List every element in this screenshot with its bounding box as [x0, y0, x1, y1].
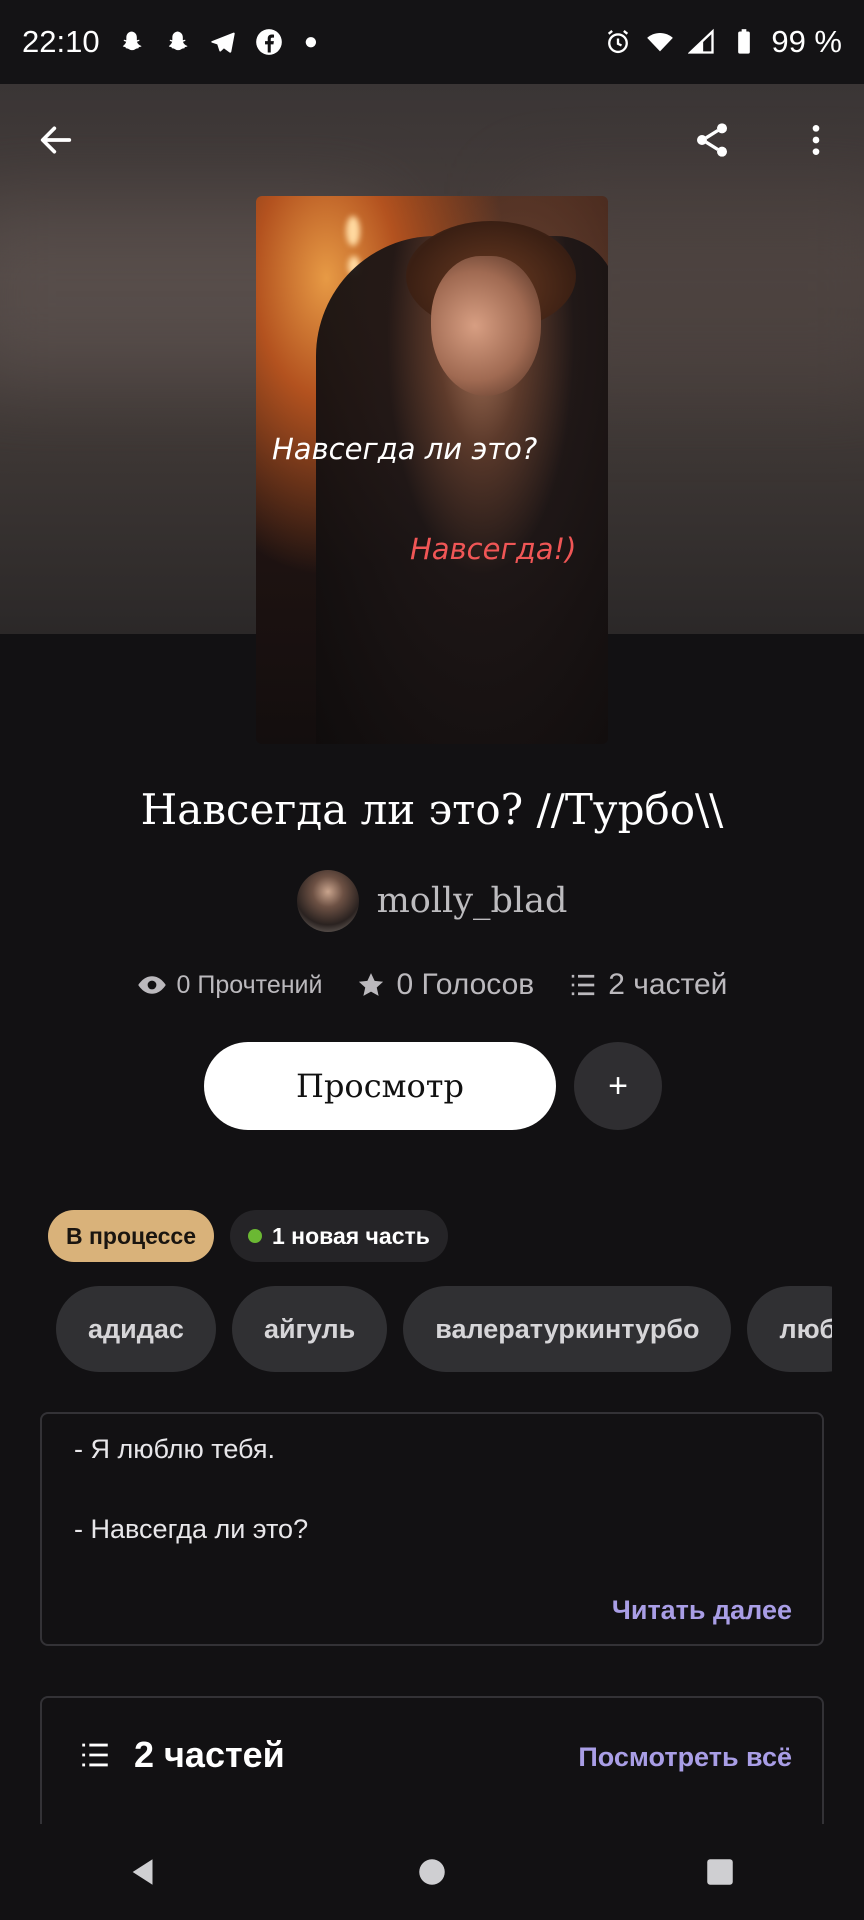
square-recents-icon	[707, 1859, 733, 1885]
telegram-icon	[208, 27, 238, 57]
snapchat-icon	[162, 27, 192, 57]
parts-section: 2 частей Посмотреть всё	[40, 1696, 824, 1826]
battery-percent: 99 %	[771, 24, 842, 59]
reads-count: 0 Прочтений	[176, 970, 323, 999]
nav-recents-button[interactable]	[680, 1832, 760, 1912]
author-row[interactable]: molly_blad	[0, 870, 864, 932]
snapchat-icon	[116, 27, 146, 57]
story-actions: Просмотр +	[204, 1042, 662, 1130]
cover-text-line2: Навсегда!)	[410, 532, 577, 566]
parts-title: 2 частей	[134, 1734, 285, 1775]
add-to-library-button[interactable]: +	[574, 1042, 662, 1130]
new-part-label: 1 новая часть	[272, 1222, 430, 1249]
wifi-icon	[645, 27, 675, 57]
share-icon	[697, 123, 727, 157]
tag-chip[interactable]: валературкинтурбо	[403, 1286, 732, 1372]
author-name[interactable]: molly_blad	[377, 881, 568, 921]
status-badge-label: В процессе	[66, 1222, 196, 1249]
author-avatar[interactable]	[296, 870, 359, 932]
facebook-icon	[254, 27, 284, 57]
new-indicator-dot	[248, 1229, 262, 1243]
nav-home-button[interactable]	[392, 1832, 472, 1912]
battery-icon	[729, 27, 759, 57]
story-cover[interactable]: Навсегда ли это? Навсегда!)	[256, 196, 608, 744]
share-button[interactable]	[684, 112, 740, 168]
story-description: - Я люблю тебя. - Навсегда ли это? Читат…	[40, 1412, 824, 1646]
parts-header: 2 частей	[78, 1734, 285, 1776]
story-stats: 0 Прочтений 0 Голосов 2 частей	[0, 968, 864, 1002]
description-line: - Я люблю тебя.	[74, 1434, 276, 1464]
list-icon	[82, 1743, 108, 1767]
more-options-button[interactable]	[788, 112, 844, 168]
system-navigation-bar	[0, 1824, 864, 1920]
list-icon	[572, 974, 595, 996]
arrow-left-icon	[40, 126, 72, 154]
status-time: 22:10	[22, 24, 100, 59]
signal-icon	[687, 27, 717, 57]
story-title: Навсегда ли это? //Турбо\\	[140, 785, 724, 834]
votes-count: 0 Голосов	[396, 968, 535, 1001]
tag-list[interactable]: адидас айгуль валературкинтурбо люб	[56, 1286, 832, 1372]
story-badges: В процессе 1 новая часть	[48, 1210, 448, 1262]
status-bar: 22:10 ● 99 %	[0, 0, 864, 84]
parts-count: 2 частей	[608, 968, 728, 1001]
tag-chip[interactable]: адидас	[56, 1286, 216, 1372]
reads-stat: 0 Прочтений	[137, 970, 323, 1000]
new-part-badge: 1 новая часть	[230, 1210, 448, 1262]
eye-icon	[137, 976, 166, 994]
read-more-link[interactable]: Читать далее	[612, 1595, 792, 1626]
see-all-parts-link[interactable]: Посмотреть всё	[578, 1742, 792, 1773]
more-vertical-icon	[812, 125, 820, 155]
star-icon	[359, 973, 384, 996]
tag-chip[interactable]: люб	[747, 1286, 832, 1372]
more-notifications-dot: ●	[303, 28, 319, 55]
cover-text-line1: Навсегда ли это?	[272, 432, 538, 466]
votes-stat: 0 Голосов	[356, 968, 534, 1002]
description-line: - Навсегда ли это?	[74, 1514, 309, 1544]
triangle-back-icon	[132, 1859, 153, 1885]
back-button[interactable]	[28, 112, 84, 168]
parts-stat: 2 частей	[568, 968, 727, 1002]
alarm-icon	[603, 27, 633, 57]
circle-home-icon	[419, 1859, 445, 1885]
tag-chip[interactable]: айгуль	[231, 1286, 388, 1372]
view-button[interactable]: Просмотр	[204, 1042, 556, 1130]
status-badge: В процессе	[48, 1210, 214, 1262]
nav-back-button[interactable]	[104, 1832, 184, 1912]
